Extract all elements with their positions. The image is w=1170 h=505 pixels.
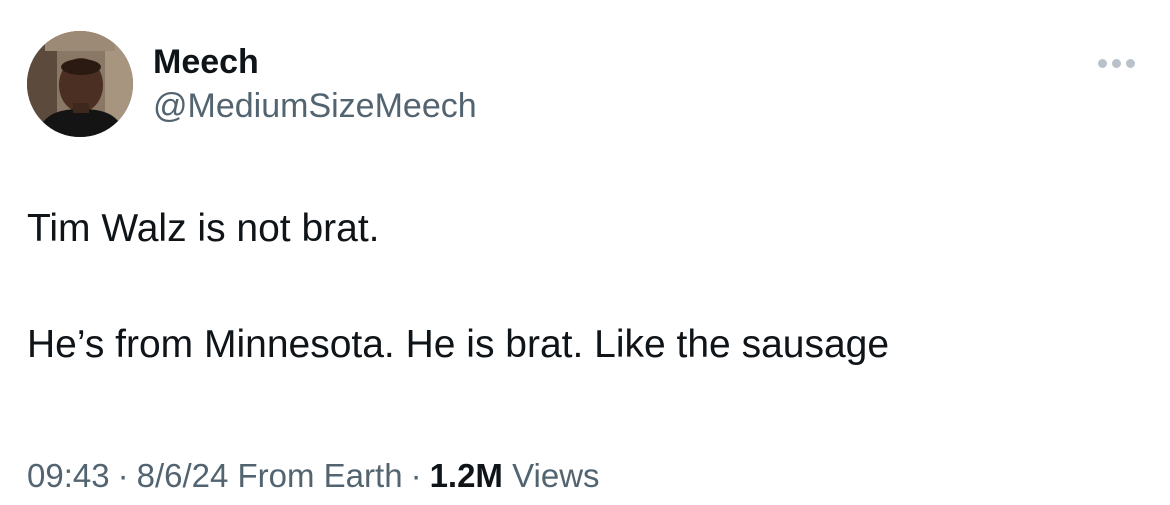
tweet-location: From Earth bbox=[237, 457, 403, 494]
views-count[interactable]: 1.2M bbox=[430, 457, 503, 494]
author-display-name[interactable]: Meech bbox=[153, 42, 259, 82]
tweet-meta: 09:43 · 8/6/24 From Earth · 1.2M Views bbox=[27, 456, 600, 496]
avatar-image bbox=[27, 31, 133, 137]
tweet-date[interactable]: 8/6/24 bbox=[137, 457, 229, 494]
tweet-time[interactable]: 09:43 bbox=[27, 457, 110, 494]
tweet-card: Meech @MediumSizeMeech Tim Walz is not b… bbox=[0, 0, 1170, 505]
tweet-text-line-1: Tim Walz is not brat. bbox=[27, 207, 380, 250]
more-options-icon bbox=[1111, 58, 1121, 68]
views-label: Views bbox=[512, 457, 600, 494]
more-options-button[interactable] bbox=[1090, 48, 1142, 78]
author-handle[interactable]: @MediumSizeMeech bbox=[153, 86, 477, 126]
tweet-text-line-2: He’s from Minnesota. He is brat. Like th… bbox=[27, 323, 890, 366]
more-options-icon bbox=[1125, 58, 1135, 68]
meta-separator: · bbox=[410, 457, 422, 494]
more-options-icon bbox=[1097, 58, 1107, 68]
meta-separator: · bbox=[117, 457, 129, 494]
avatar[interactable] bbox=[27, 31, 133, 137]
